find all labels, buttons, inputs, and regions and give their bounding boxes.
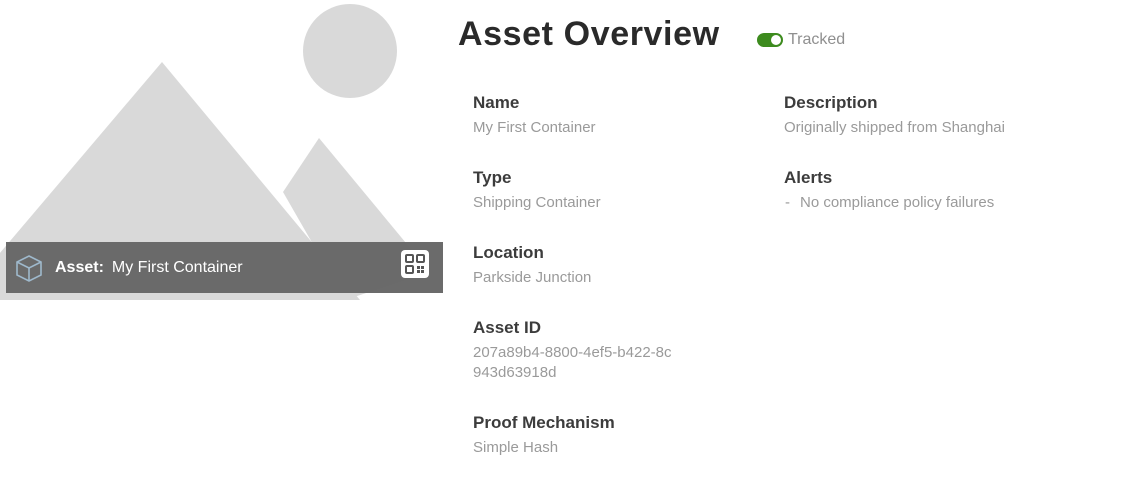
name-label: Name [473,93,520,112]
description-label: Description [784,93,878,112]
asset-id-field: Asset ID 207a89b4-8800-4ef5-b422-8c943d6… [473,318,678,383]
alerts-field: Alerts - No compliance policy failures [784,168,994,213]
page-title: Asset Overview [458,15,720,53]
asset-id-value: 207a89b4-8800-4ef5-b422-8c943d63918d [473,344,672,381]
type-label: Type [473,168,512,187]
type-field: Type Shipping Container [473,168,601,213]
qr-code-icon [405,254,425,274]
asset-image: Asset: My First Container [0,0,448,300]
proof-mechanism-label: Proof Mechanism [473,413,615,432]
proof-mechanism-value: Simple Hash [473,439,559,456]
location-field: Location Parkside Junction [473,243,591,288]
alert-bullet: - [785,194,790,211]
tracked-label: Tracked [788,31,846,48]
description-value: Originally shipped from Shanghai [784,119,1005,136]
location-value: Parkside Junction [473,269,592,286]
cube-icon [14,253,44,283]
asset-bar-label: Asset: [55,258,104,276]
name-value: My First Container [473,119,596,136]
toggle-knob [771,35,781,45]
tracked-status: Tracked [757,31,845,49]
alert-text: No compliance policy failures [800,194,995,211]
description-field: Description Originally shipped from Shan… [784,93,1005,138]
tracked-toggle[interactable] [757,33,783,47]
asset-bar-name: My First Container [111,258,243,276]
proof-mechanism-field: Proof Mechanism Simple Hash [473,413,615,458]
type-value: Shipping Container [473,194,601,211]
asset-caption-bar: Asset: My First Container [6,242,443,293]
qr-code-button[interactable] [401,250,429,278]
name-field: Name My First Container [473,93,596,138]
asset-id-label: Asset ID [473,318,542,337]
location-label: Location [473,243,544,262]
alerts-label: Alerts [784,168,833,187]
alert-item: - No compliance policy failures [784,193,994,213]
